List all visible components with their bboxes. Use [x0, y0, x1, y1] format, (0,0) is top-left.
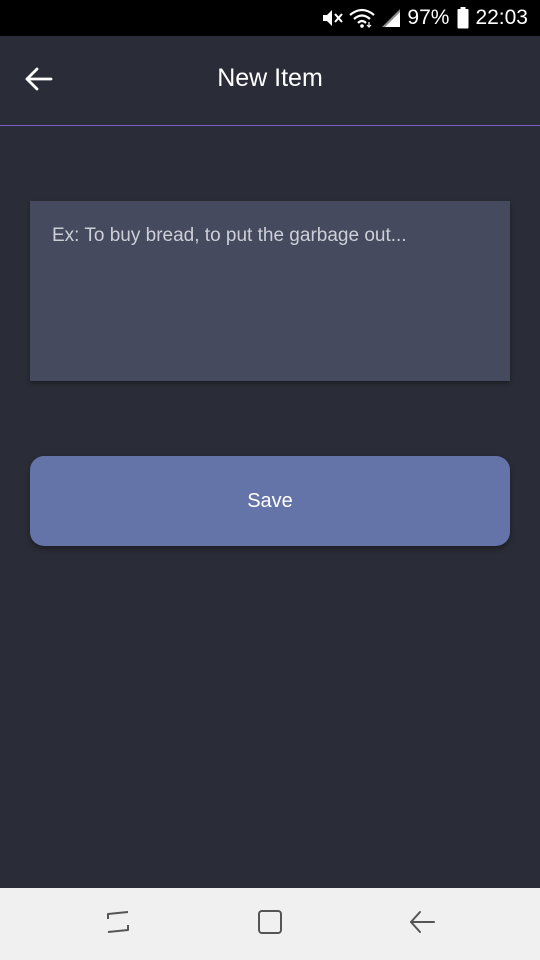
save-button[interactable]: Save — [30, 456, 510, 546]
item-text-input[interactable] — [30, 201, 510, 381]
home-button[interactable] — [250, 906, 290, 942]
back-icon — [408, 908, 436, 941]
clock: 22:03 — [475, 6, 528, 29]
status-icons: 97% 22:03 — [321, 0, 528, 36]
mute-icon — [321, 8, 344, 28]
navigation-bar — [0, 888, 540, 960]
screen: 97% 22:03 New Item Save — [0, 0, 540, 960]
home-icon — [256, 908, 284, 941]
nav-back-button[interactable] — [402, 906, 442, 942]
wifi-icon — [349, 8, 376, 28]
signal-icon — [381, 8, 401, 28]
status-bar: 97% 22:03 — [0, 0, 540, 36]
recents-icon — [104, 908, 132, 941]
recents-button[interactable] — [98, 906, 138, 942]
app-bar: New Item — [0, 36, 540, 126]
battery-icon — [457, 7, 469, 29]
battery-percent: 97% — [407, 6, 450, 29]
page-title: New Item — [217, 64, 323, 92]
